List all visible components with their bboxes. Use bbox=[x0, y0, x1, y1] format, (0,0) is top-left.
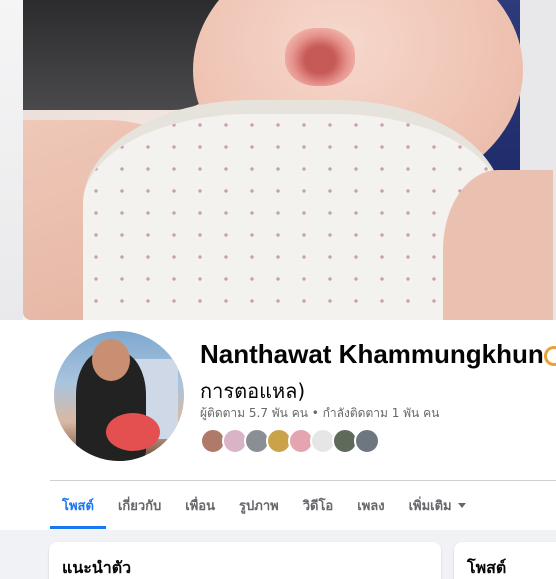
chevron-down-icon bbox=[457, 502, 466, 508]
left-gutter bbox=[0, 0, 23, 320]
tab-about[interactable]: เกี่ยวกับ bbox=[106, 481, 173, 529]
profile-nickname: การตอแหล) bbox=[200, 379, 306, 403]
tab-friends[interactable]: เพื่อน bbox=[173, 481, 227, 529]
friends-avatars[interactable] bbox=[200, 428, 380, 454]
profile-name: Nanthawat Khammungkhun bbox=[200, 339, 544, 369]
profile-avatar[interactable] bbox=[50, 327, 188, 465]
intro-title: แนะนำตัว bbox=[62, 558, 132, 577]
intro-card: แนะนำตัว bbox=[49, 542, 441, 579]
friend-avatar[interactable] bbox=[354, 428, 380, 454]
profile-tabs: โพสต์ เกี่ยวกับ เพื่อน รูปภาพ วิดีโอ เพล… bbox=[50, 481, 478, 529]
tab-videos[interactable]: วิดีโอ bbox=[291, 481, 346, 529]
posts-card: โพสต์ bbox=[454, 542, 556, 579]
tab-more[interactable]: เพิ่มเติม bbox=[397, 481, 478, 529]
tab-posts[interactable]: โพสต์ bbox=[50, 481, 106, 529]
tab-music[interactable]: เพลง bbox=[345, 481, 396, 529]
tab-photos[interactable]: รูปภาพ bbox=[227, 481, 291, 529]
followers-count[interactable]: ผู้ติดตาม 5.7 พัน คน • กำลังติดตาม 1 พัน… bbox=[200, 404, 439, 423]
cover-photo[interactable] bbox=[23, 0, 556, 320]
profile-page: Nanthawat Khammungkhun การตอแหล) ผู้ติดต… bbox=[0, 0, 556, 579]
posts-title: โพสต์ bbox=[467, 558, 507, 577]
